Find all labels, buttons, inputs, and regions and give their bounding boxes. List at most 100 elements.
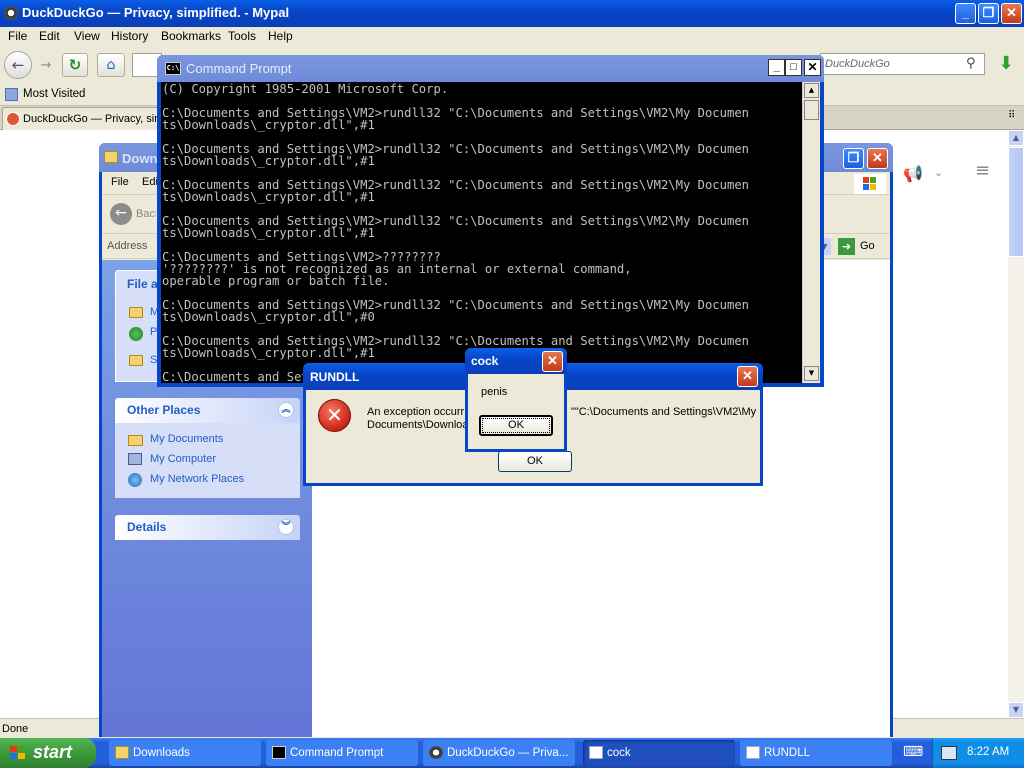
taskbar-label-rundll: RUNDLL xyxy=(764,747,811,759)
cock-dialog: cock ✕ penis OK xyxy=(465,348,567,452)
rundll-ok-button[interactable]: OK xyxy=(498,451,572,472)
cock-message: penis xyxy=(481,386,508,398)
folder-title-icon xyxy=(104,151,118,163)
my-documents-icon xyxy=(128,435,143,446)
megaphone-icon[interactable]: 📢 xyxy=(903,164,923,183)
cmd-scroll-thumb[interactable] xyxy=(804,100,819,120)
taskbar-label-command-prompt: Command Prompt xyxy=(290,747,384,759)
menu-help[interactable]: Help xyxy=(268,29,293,43)
go-arrow-icon[interactable]: ➜ xyxy=(838,238,855,255)
my-network-places-link[interactable]: My Network Places xyxy=(150,473,244,485)
forward-button[interactable]: → xyxy=(35,55,57,77)
minimize-button[interactable]: _ xyxy=(955,3,976,24)
menu-file[interactable]: File xyxy=(8,29,27,43)
network-icon[interactable] xyxy=(941,746,957,760)
windows-logo-icon xyxy=(854,174,886,194)
explorer-maximize-button[interactable]: ❐ xyxy=(843,148,864,169)
taskbar-label-duckduckgo: DuckDuckGo — Priva... xyxy=(447,747,569,759)
firefox-titlebar[interactable]: DuckDuckGo — Privacy, simplified. - Mypa… xyxy=(0,0,1024,27)
other-places-header[interactable]: Other Places ︽ xyxy=(115,398,300,423)
rundll-close-button[interactable]: ✕ xyxy=(737,366,758,387)
cock-close-button[interactable]: ✕ xyxy=(542,351,563,372)
firefox-menubar: File Edit View History Bookmarks Tools H… xyxy=(0,27,1024,47)
scroll-thumb[interactable] xyxy=(1008,147,1024,257)
cmd-scroll-up-arrow[interactable]: ▲ xyxy=(804,83,819,98)
cmd-console[interactable]: (C) Copyright 1985-2001 Microsoft Corp. C… xyxy=(161,82,802,383)
explorer-back-icon[interactable]: ← xyxy=(110,203,132,225)
details-header[interactable]: Details ︾ xyxy=(115,515,300,540)
tab-duckduckgo[interactable]: DuckDuckGo — Privacy, simpl xyxy=(2,107,172,130)
address-label: Address xyxy=(107,240,148,252)
explorer-close-button[interactable]: ✕ xyxy=(867,148,888,169)
cmd-maximize-button[interactable]: □ xyxy=(785,59,802,76)
scroll-up-arrow[interactable]: ▲ xyxy=(1008,130,1024,146)
most-visited-bookmark[interactable]: Most Visited xyxy=(23,88,85,100)
taskbar-item-rundll[interactable]: RUNDLL xyxy=(740,740,892,766)
bookmark-folder-icon xyxy=(5,88,18,101)
go-button[interactable]: Go xyxy=(860,240,875,252)
my-computer-icon xyxy=(128,453,142,465)
cmd-scroll-down-arrow[interactable]: ▼ xyxy=(804,366,819,381)
cmd-line: ts\Downloads\_cryptor.dll",#1 xyxy=(162,154,375,168)
explorer-scrollbar[interactable] xyxy=(876,260,890,730)
rundll-message-right: ""C:\Documents and Settings\VM2\My xyxy=(571,406,757,418)
home-button[interactable]: ⌂ xyxy=(97,53,125,77)
new-folder-icon xyxy=(129,307,143,318)
taskbar-item-cock[interactable]: cock xyxy=(583,740,735,766)
menu-tools[interactable]: Tools xyxy=(228,29,256,43)
my-computer-link[interactable]: My Computer xyxy=(150,453,216,465)
start-button[interactable]: start xyxy=(0,738,96,768)
menu-history[interactable]: History xyxy=(111,29,148,43)
new-folder-link[interactable]: Make a new folder xyxy=(150,306,157,318)
cmd-scrollbar[interactable]: ▲ ▼ xyxy=(802,82,820,383)
explorer-back-label[interactable]: Back xyxy=(136,208,156,220)
cock-ok-button[interactable]: OK xyxy=(479,415,553,436)
explorer-menu-file[interactable]: File xyxy=(111,176,129,188)
download-icon[interactable]: ⬇ xyxy=(994,53,1018,77)
cmd-titlebar[interactable]: C:\ Command Prompt _ □ ✕ xyxy=(157,55,824,82)
search-input[interactable]: DuckDuckGo ⚲ xyxy=(820,53,985,75)
share-folder-link[interactable]: Share this folder xyxy=(150,354,157,366)
share-folder-icon xyxy=(129,355,143,366)
restore-button[interactable]: ❐ xyxy=(978,3,999,24)
cock-title: cock xyxy=(471,354,499,368)
window-icon xyxy=(589,746,603,759)
cock-titlebar[interactable]: cock ✕ xyxy=(465,348,567,374)
cmd-output: (C) Copyright 1985-2001 Microsoft Corp. C… xyxy=(162,83,802,383)
taskbar-item-command-prompt[interactable]: Command Prompt xyxy=(266,740,418,766)
rundll-title: RUNDLL xyxy=(310,370,360,384)
start-label: start xyxy=(33,742,73,762)
firefox-scrollbar[interactable]: ▲ ▼ xyxy=(1008,130,1024,718)
chevron-down-icon[interactable]: ⌄ xyxy=(934,166,943,179)
search-icon[interactable]: ⚲ xyxy=(966,56,976,71)
file-tasks-header[interactable]: File and Folder Tasks xyxy=(127,277,157,291)
details-title: Details xyxy=(127,520,167,534)
tab-label: DuckDuckGo — Privacy, simpl xyxy=(23,113,172,125)
taskbar-label-downloads: Downloads xyxy=(133,747,190,759)
cmd-minimize-button[interactable]: _ xyxy=(768,59,785,76)
menu-view[interactable]: View xyxy=(74,29,100,43)
keyboard-icon[interactable]: ⌨ xyxy=(903,744,923,762)
hamburger-menu-icon[interactable]: ≡ xyxy=(975,160,990,181)
status-text: Done xyxy=(2,723,29,735)
tab-overflow-icon[interactable]: ⠿ xyxy=(1008,110,1015,121)
scroll-down-arrow[interactable]: ▼ xyxy=(1008,702,1024,718)
publish-web-link[interactable]: Publish this folder to the Web xyxy=(150,326,157,338)
reload-button[interactable]: ↻ xyxy=(62,53,88,77)
other-places-title: Other Places xyxy=(127,403,201,417)
taskbar-label-cock: cock xyxy=(607,747,631,759)
taskbar-item-downloads[interactable]: Downloads xyxy=(109,740,261,766)
back-button[interactable]: ← xyxy=(4,51,32,79)
menu-bookmarks[interactable]: Bookmarks xyxy=(161,29,221,43)
taskbar-item-duckduckgo[interactable]: DuckDuckGo — Priva... xyxy=(423,740,575,766)
expand-chevron-icon[interactable]: ︾ xyxy=(278,519,294,535)
clock: 8:22 AM xyxy=(967,746,1010,758)
cmd-line: ts\Downloads\_cryptor.dll",#1 xyxy=(162,190,375,204)
cmd-close-button[interactable]: ✕ xyxy=(804,59,821,76)
collapse-chevron-icon[interactable]: ︽ xyxy=(278,402,294,418)
menu-edit[interactable]: Edit xyxy=(39,29,60,43)
my-network-places-icon xyxy=(128,473,142,487)
close-button[interactable]: ✕ xyxy=(1001,3,1022,24)
my-documents-link[interactable]: My Documents xyxy=(150,433,223,445)
console-icon xyxy=(272,746,286,759)
